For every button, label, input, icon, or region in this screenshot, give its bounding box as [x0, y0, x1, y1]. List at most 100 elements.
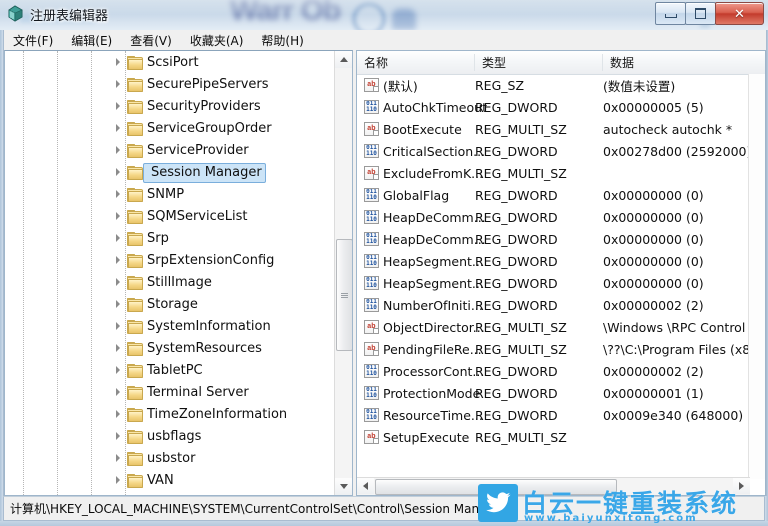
maximize-button[interactable] — [685, 2, 716, 25]
title-bar[interactable]: 注册表编辑器 ✕ — [0, 0, 768, 30]
registry-editor-window: WWWWWW Warr Ob 注册表编辑器 ✕ — [0, 0, 768, 526]
close-button[interactable]: ✕ — [715, 2, 764, 25]
expander-icon[interactable] — [116, 234, 120, 242]
registry-tree-pane[interactable]: ScsiPort SecurePipeServers SecurityProvide… — [4, 50, 353, 496]
tree-item-timezoneinformation[interactable]: TimeZoneInformation — [5, 403, 335, 425]
folder-icon — [127, 187, 143, 202]
tree-item-van[interactable]: VAN — [5, 469, 335, 491]
folder-icon — [127, 473, 143, 488]
registry-value-row[interactable]: 011 110 AutoChkTimeout REG_DWORD 0x00000005 … — [357, 96, 750, 118]
registry-value-row[interactable]: ab PendingFileRe... REG_MULTI_SZ \??\C:\Pro… — [357, 338, 765, 360]
expander-icon[interactable] — [116, 454, 120, 462]
menu-item-favorites[interactable]: 收藏夹(A) — [181, 30, 253, 51]
menu-item-edit[interactable]: 编辑(E) — [62, 30, 121, 51]
expander-icon[interactable] — [116, 146, 120, 154]
tree-item-terminal-server[interactable]: Terminal Server — [5, 381, 335, 403]
tree-item-srp[interactable]: Srp — [5, 227, 335, 249]
registry-value-row[interactable]: 011 110 HeapDeComm... REG_DWORD 0x00000000 (… — [357, 206, 750, 228]
registry-value-row[interactable]: 011 110 ResourceTime... REG_DWORD 0x0009e340… — [357, 404, 750, 426]
tree-item-label: SystemResources — [147, 340, 262, 356]
value-data: (数值未设置) — [603, 78, 676, 94]
expander-icon[interactable] — [116, 168, 120, 176]
menu-item-file[interactable]: 文件(F) — [4, 30, 62, 51]
tree-item-servicegrouporder[interactable]: ServiceGroupOrder — [5, 117, 335, 139]
tree-item-label: Terminal Server — [147, 384, 249, 400]
value-name: HeapDeComm... — [383, 231, 486, 247]
minimize-button[interactable] — [655, 2, 686, 25]
registry-value-row[interactable]: ab ExcludeFromK... REG_MULTI_SZ — [357, 162, 750, 184]
registry-value-row[interactable]: 011 110 ProtectionMode REG_DWORD 0x00000001 … — [357, 382, 750, 404]
tree-items-list: ScsiPort SecurePipeServers SecurityProvide… — [5, 51, 335, 495]
tree-item-video[interactable]: Video — [5, 491, 335, 496]
registry-value-row[interactable]: ab ObjectDirector... REG_MULTI_SZ \Windows … — [357, 316, 750, 338]
folder-icon — [127, 297, 143, 312]
tree-item-storage[interactable]: Storage — [5, 293, 335, 315]
value-name-cell: 011 110 HeapSegment... — [364, 254, 484, 269]
tree-item-session-manager[interactable]: Session Manager — [5, 161, 335, 183]
column-header-type[interactable]: 类型 — [475, 51, 603, 74]
menu-item-view[interactable]: 查看(V) — [121, 30, 181, 51]
scroll-left-button[interactable] — [357, 478, 374, 494]
registry-value-row[interactable]: 011 110 ProcessorCont... REG_DWORD 0x0000000… — [357, 360, 750, 382]
tree-item-securepipeservers[interactable]: SecurePipeServers — [5, 73, 335, 95]
tree-item-tabletpc[interactable]: TabletPC — [5, 359, 335, 381]
scroll-up-button[interactable] — [335, 51, 352, 68]
tree-vertical-scrollbar[interactable] — [334, 51, 352, 495]
hscroll-thumb[interactable] — [375, 479, 617, 495]
column-header-data[interactable]: 数据 — [603, 51, 750, 74]
registry-value-row[interactable]: ab SetupExecute REG_MULTI_SZ — [357, 426, 750, 448]
value-name-cell: 011 110 CriticalSection... — [364, 144, 485, 159]
expander-icon[interactable] — [116, 476, 120, 484]
menu-item-help[interactable]: 帮助(H) — [252, 30, 312, 51]
column-header-name[interactable]: 名称 — [357, 51, 475, 74]
expander-icon[interactable] — [116, 322, 120, 330]
tree-item-sqmservicelist[interactable]: SQMServiceList — [5, 205, 335, 227]
tree-item-srpextensionconfig[interactable]: SrpExtensionConfig — [5, 249, 335, 271]
tree-item-securityproviders[interactable]: SecurityProviders — [5, 95, 335, 117]
expander-icon[interactable] — [116, 278, 120, 286]
value-name: PendingFileRe... — [383, 341, 482, 357]
tree-item-scsiport[interactable]: ScsiPort — [5, 51, 335, 73]
expander-icon[interactable] — [116, 300, 120, 308]
registry-value-row[interactable]: 011 110 HeapSegment... REG_DWORD 0x00000000 … — [357, 272, 750, 294]
registry-value-row[interactable]: ab BootExecute REG_MULTI_SZ autocheck autoc… — [357, 118, 750, 140]
tree-item-usbstor[interactable]: usbstor — [5, 447, 335, 469]
expander-icon[interactable] — [116, 190, 120, 198]
scroll-right-button[interactable] — [733, 478, 750, 494]
expander-icon[interactable] — [116, 80, 120, 88]
maximize-icon — [695, 8, 706, 19]
registry-value-row[interactable]: 011 110 GlobalFlag REG_DWORD 0x00000000 (0) — [357, 184, 750, 206]
scroll-down-button[interactable] — [335, 478, 352, 495]
tree-item-snmp[interactable]: SNMP — [5, 183, 335, 205]
registry-value-row[interactable]: 011 110 CriticalSection... REG_DWORD 0x00278… — [357, 140, 751, 162]
folder-icon — [127, 319, 143, 334]
expander-icon[interactable] — [116, 388, 120, 396]
tree-item-systemresources[interactable]: SystemResources — [5, 337, 335, 359]
tree-item-label: SQMServiceList — [147, 208, 248, 224]
registry-value-row[interactable]: ab (默认) REG_SZ (数值未设置) — [357, 74, 750, 96]
registry-values-pane[interactable]: 名称 类型 数据 ab (默认) REG_SZ (数值未设置) 011 110 AutoCh… — [356, 50, 766, 496]
registry-value-row[interactable]: 011 110 HeapSegment... REG_DWORD 0x00000000 … — [357, 250, 750, 272]
tree-item-stillimage[interactable]: StillImage — [5, 271, 335, 293]
expander-icon[interactable] — [116, 124, 120, 132]
tree-item-usbflags[interactable]: usbflags — [5, 425, 335, 447]
tree-item-systeminformation[interactable]: SystemInformation — [5, 315, 335, 337]
list-vertical-scrollbar[interactable] — [748, 74, 765, 479]
expander-icon[interactable] — [116, 366, 120, 374]
expander-icon[interactable] — [116, 410, 120, 418]
registry-value-row[interactable]: 011 110 NumberOfIniti... REG_DWORD 0x0000000… — [357, 294, 750, 316]
registry-value-row[interactable]: 011 110 HeapDeComm... REG_DWORD 0x00000000 (… — [357, 228, 750, 250]
expander-icon[interactable] — [116, 344, 120, 352]
expander-icon[interactable] — [116, 256, 120, 264]
tree-item-label: SNMP — [147, 186, 185, 202]
expander-icon[interactable] — [116, 432, 120, 440]
expander-icon[interactable] — [116, 58, 120, 66]
scroll-thumb[interactable] — [336, 239, 352, 351]
folder-icon — [127, 275, 143, 290]
expander-icon[interactable] — [116, 212, 120, 220]
tree-item-serviceprovider[interactable]: ServiceProvider — [5, 139, 335, 161]
expander-icon[interactable] — [116, 102, 120, 110]
list-horizontal-scrollbar[interactable] — [357, 477, 750, 495]
registry-editor-icon — [7, 5, 24, 22]
folder-icon — [127, 451, 143, 466]
